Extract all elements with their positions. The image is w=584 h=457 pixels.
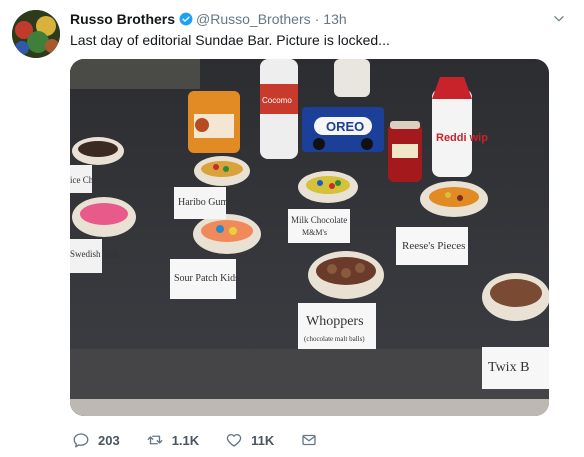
author-name[interactable]: Russo Brothers bbox=[70, 11, 175, 27]
card-twix: Twix B bbox=[482, 347, 549, 389]
retweet-count: 1.1K bbox=[171, 432, 200, 448]
chevron-down-icon[interactable] bbox=[552, 12, 566, 26]
direct-message-button[interactable] bbox=[300, 431, 326, 449]
card-milk-chocolate: Milk Chocolate M&M's bbox=[288, 209, 350, 243]
svg-text:Haribo Gumm: Haribo Gumm bbox=[178, 197, 236, 208]
svg-text:(chocolate malt balls): (chocolate malt balls) bbox=[304, 335, 365, 343]
oreo-package: OREO bbox=[302, 107, 384, 152]
svg-text:Swedish Fish: Swedish Fish bbox=[70, 249, 119, 259]
sundae-bar-photo: Cocomo OREO Reddi wip ice Chip Haribo Gu… bbox=[70, 59, 549, 416]
tweet-photo[interactable]: Cocomo OREO Reddi wip ice Chip Haribo Gu… bbox=[70, 59, 549, 416]
coconut-cream-can: Cocomo bbox=[260, 59, 298, 159]
watermark: 游民星空 bbox=[514, 416, 570, 432]
author-handle[interactable]: @Russo_Brothers bbox=[196, 11, 311, 27]
svg-text:M&M's: M&M's bbox=[302, 228, 327, 237]
avatar[interactable] bbox=[12, 10, 60, 58]
cherry-jar bbox=[388, 121, 422, 182]
svg-text:Milk Chocolate: Milk Chocolate bbox=[291, 215, 347, 225]
tweet-timestamp[interactable]: 13h bbox=[323, 11, 346, 27]
like-button[interactable]: 11K bbox=[225, 431, 274, 449]
avatar-image bbox=[12, 10, 60, 58]
svg-text:Twix B: Twix B bbox=[488, 360, 529, 375]
svg-text:ice Chip: ice Chip bbox=[70, 175, 101, 185]
svg-text:Whoppers: Whoppers bbox=[306, 314, 364, 329]
caramel-jar bbox=[188, 91, 240, 153]
tweet-actions: 203 1.1K 11K bbox=[72, 428, 352, 452]
svg-text:Reese's Pieces: Reese's Pieces bbox=[402, 240, 465, 252]
tweet-header: Russo Brothers @Russo_Brothers · 13h bbox=[70, 10, 347, 28]
envelope-icon bbox=[302, 434, 316, 446]
like-count: 11K bbox=[251, 432, 275, 448]
card-sour-patch: Sour Patch Kids bbox=[170, 259, 239, 299]
svg-text:Reddi wip: Reddi wip bbox=[436, 132, 488, 144]
retweet-icon bbox=[147, 435, 163, 445]
heart-icon bbox=[226, 434, 242, 447]
tweet-card[interactable]: Russo Brothers @Russo_Brothers · 13h Las… bbox=[0, 0, 584, 457]
retweet-button[interactable]: 1.1K bbox=[146, 431, 199, 449]
reply-count: 203 bbox=[98, 432, 120, 448]
tweet-text: Last day of editorial Sundae Bar. Pictur… bbox=[70, 32, 390, 48]
svg-text:Cocomo: Cocomo bbox=[262, 96, 292, 105]
svg-text:OREO: OREO bbox=[326, 119, 364, 134]
card-whoppers: Whoppers (chocolate malt balls) bbox=[298, 303, 376, 349]
reply-button[interactable]: 203 bbox=[72, 431, 120, 449]
verified-badge-icon bbox=[179, 12, 193, 26]
reply-icon bbox=[73, 433, 89, 448]
svg-text:Sour Patch Kids: Sour Patch Kids bbox=[174, 273, 239, 284]
card-reeses: Reese's Pieces bbox=[396, 227, 468, 265]
separator-dot: · bbox=[314, 11, 320, 27]
